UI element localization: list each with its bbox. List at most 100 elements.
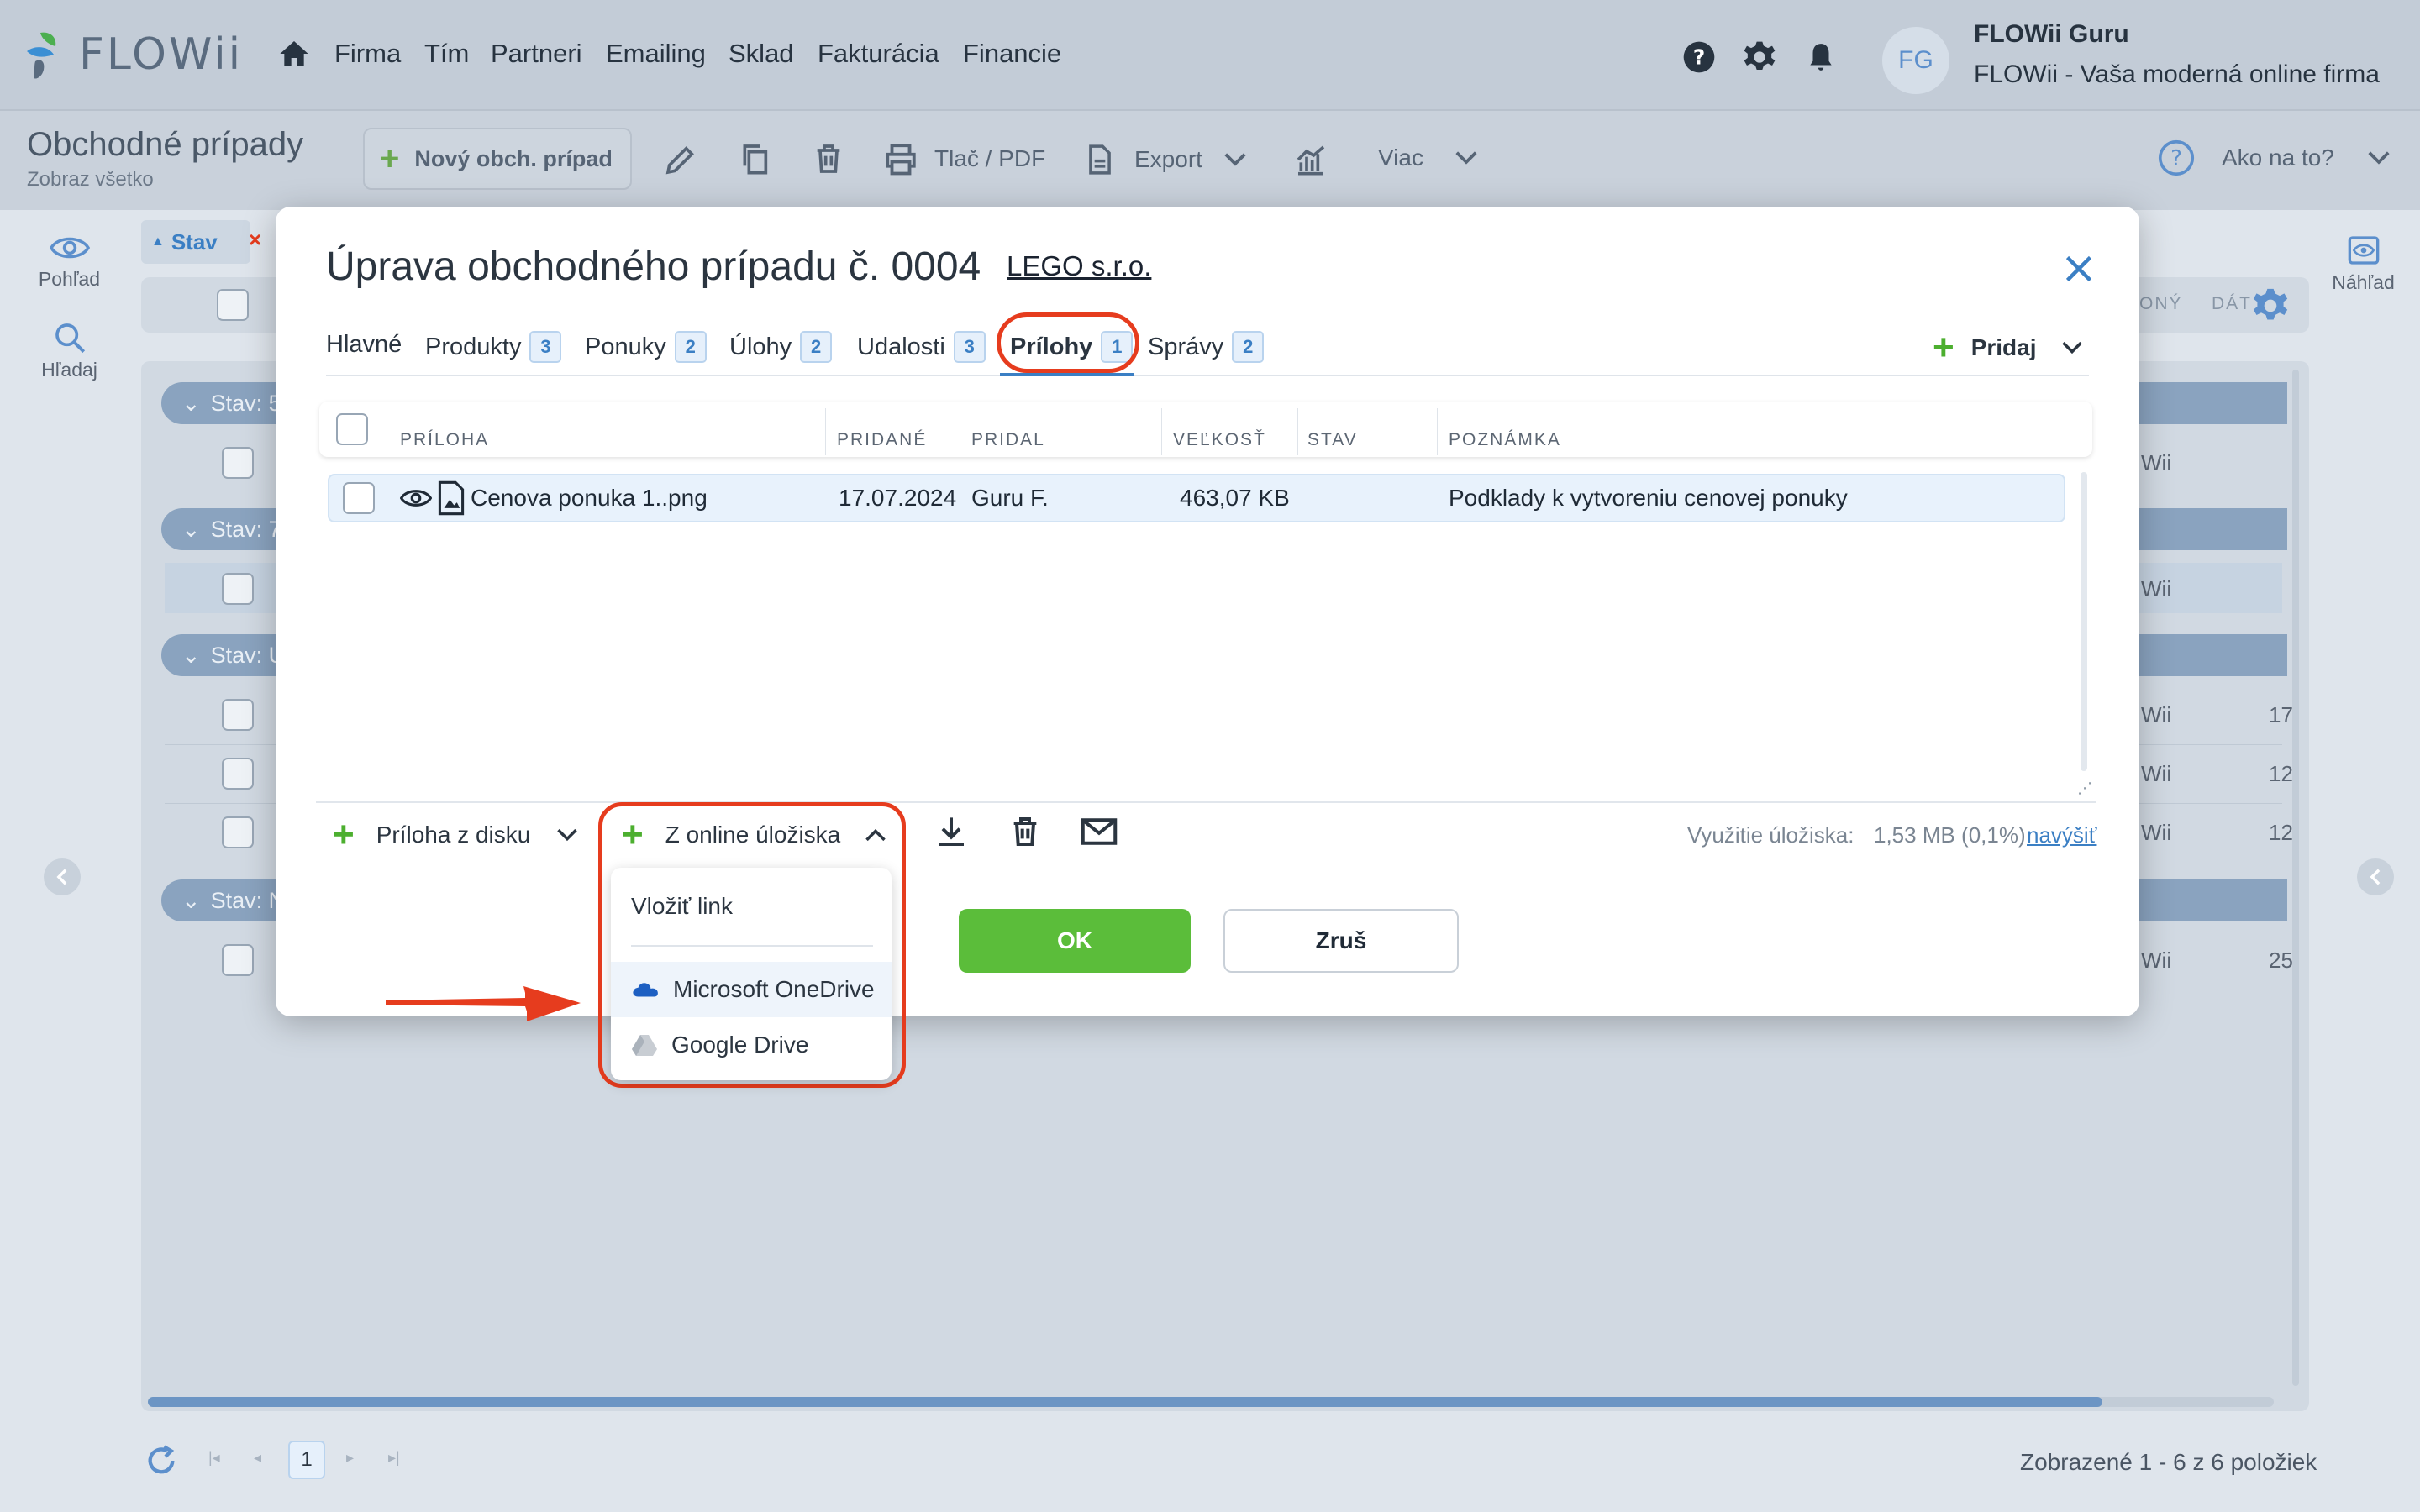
flowii-logo[interactable]: FLOWii <box>24 25 243 84</box>
storage-usage-label: Využitie úložiska: <box>1687 822 1854 848</box>
nav-item-firma[interactable]: Firma <box>334 39 401 69</box>
next-page-icon[interactable]: ▸ <box>346 1449 354 1467</box>
resize-handle-icon[interactable]: ⋰ <box>2077 780 2092 797</box>
row-checkbox[interactable] <box>343 482 375 514</box>
user-name[interactable]: FLOWii Guru <box>1974 20 2129 49</box>
scroll-right-button[interactable] <box>2357 858 2394 895</box>
nav-item-emailing[interactable]: Emailing <box>606 39 706 69</box>
column-settings-gear-icon[interactable] <box>2252 287 2289 324</box>
google-drive-option[interactable]: Google Drive <box>611 1019 892 1071</box>
nav-item-fakturacia[interactable]: Fakturácia <box>818 39 939 69</box>
row-checkbox[interactable] <box>222 758 254 790</box>
user-avatar[interactable]: FG <box>1882 27 1949 94</box>
nav-item-financie[interactable]: Financie <box>963 39 1061 69</box>
preview-icon <box>2348 236 2379 265</box>
plus-icon: + <box>380 140 400 177</box>
refresh-icon[interactable] <box>145 1444 178 1478</box>
print-button[interactable]: Tlač / PDF <box>882 141 1045 176</box>
cancel-button[interactable]: Zruš <box>1223 909 1459 973</box>
tab-udalosti[interactable]: Udalosti 3 <box>857 331 986 363</box>
column-divider <box>1297 408 1298 455</box>
close-icon[interactable] <box>2064 254 2094 284</box>
chevron-down-icon: ⌄ <box>182 516 201 542</box>
storage-usage-value: 1,53 MB (0,1%) <box>1874 822 2026 848</box>
how-to-button[interactable]: ? Ako na to? <box>2158 139 2391 176</box>
row-checkbox[interactable] <box>222 944 254 976</box>
top-navigation-bar: FLOWii Firma Tím Partneri Emailing Sklad… <box>0 0 2420 109</box>
printer-icon <box>886 144 916 176</box>
nav-item-tim[interactable]: Tím <box>424 39 469 69</box>
select-all-checkbox[interactable] <box>217 289 249 321</box>
plus-icon: + <box>1933 327 1954 368</box>
more-button[interactable]: Viac <box>1378 144 1479 171</box>
vertical-scrollbar[interactable] <box>2292 370 2299 1386</box>
view-button[interactable]: Pohľad <box>0 234 139 291</box>
scrollbar-thumb[interactable] <box>148 1397 2102 1407</box>
footer-divider <box>316 801 2096 803</box>
filter-chip-stav[interactable]: ▲ Stav <box>141 220 250 264</box>
attachment-filename[interactable]: Cenova ponuka 1..png <box>471 485 708 512</box>
chevron-down-icon <box>1224 153 1246 166</box>
download-icon[interactable] <box>934 813 968 850</box>
tab-ponuky[interactable]: Ponuky 2 <box>585 331 707 363</box>
home-icon[interactable] <box>277 37 311 71</box>
tab-hlavne[interactable]: Hlavné <box>326 331 402 359</box>
attach-from-disk-button[interactable]: + Príloha z disku <box>333 816 579 853</box>
nav-item-sklad[interactable]: Sklad <box>729 39 794 69</box>
first-page-icon[interactable]: |◂ <box>208 1449 220 1467</box>
trash-icon[interactable] <box>812 141 845 176</box>
search-button[interactable]: Hľadaj <box>0 321 139 381</box>
ok-button[interactable]: OK <box>959 909 1191 973</box>
scroll-left-button[interactable] <box>44 858 81 895</box>
logo-text: FLOWii <box>79 29 244 80</box>
column-header[interactable]: VEĽKOSŤ <box>1173 430 1266 450</box>
bell-icon[interactable] <box>1805 40 1837 74</box>
right-sidebar: Náhľad <box>2307 210 2420 1512</box>
preview-button[interactable]: Náhľad <box>2307 234 2420 294</box>
row-checkbox[interactable] <box>222 447 254 479</box>
tab-spravy[interactable]: Správy 2 <box>1148 331 1265 363</box>
horizontal-scrollbar[interactable] <box>148 1397 2274 1407</box>
attachment-added-by: Guru F. <box>971 485 1049 511</box>
column-header[interactable]: POZNÁMKA <box>1449 430 1561 450</box>
export-button[interactable]: Export <box>1084 141 1248 178</box>
page-subtitle[interactable]: Zobraz všetko <box>27 168 154 192</box>
email-icon[interactable] <box>1081 816 1118 847</box>
gear-icon[interactable] <box>1743 40 1776 74</box>
column-header[interactable]: PRIDAL <box>971 430 1045 450</box>
copy-icon[interactable] <box>738 141 771 176</box>
plus-icon: + <box>333 814 355 855</box>
select-all-checkbox[interactable] <box>336 413 368 445</box>
tab-produkty[interactable]: Produkty 3 <box>425 331 562 363</box>
trash-icon[interactable] <box>1008 813 1042 850</box>
eye-icon[interactable] <box>400 487 432 509</box>
attachment-added-date: 17.07.2024 <box>839 485 957 511</box>
company-link[interactable]: LEGO s.r.o. <box>1007 250 1151 282</box>
chart-icon[interactable] <box>1292 143 1329 176</box>
tab-ulohy[interactable]: Úlohy 2 <box>729 331 833 363</box>
attachment-size: 463,07 KB <box>1180 485 1290 511</box>
column-header[interactable]: PRIDANÉ <box>837 430 927 450</box>
row-checkbox[interactable] <box>222 573 254 605</box>
last-page-icon[interactable]: ▸| <box>388 1449 400 1467</box>
row-checkbox[interactable] <box>222 699 254 731</box>
current-page[interactable]: 1 <box>288 1441 325 1479</box>
active-tab-indicator <box>1000 373 1134 376</box>
insert-link-option[interactable]: Vložiť link <box>631 893 733 920</box>
new-case-button[interactable]: + Nový obch. prípad <box>363 128 632 190</box>
column-header[interactable]: STAV <box>1307 430 1358 450</box>
table-vertical-scrollbar[interactable] <box>2081 472 2087 771</box>
pencil-icon[interactable] <box>664 143 697 176</box>
help-icon[interactable]: ? <box>1682 40 1716 74</box>
increase-storage-link[interactable]: navýšiť <box>2027 822 2096 848</box>
filter-remove-icon[interactable]: × <box>249 227 261 253</box>
image-file-icon <box>438 480 465 516</box>
user-company: FLOWii - Vaša moderná online firma <box>1974 60 2380 88</box>
nav-item-partneri[interactable]: Partneri <box>491 39 582 69</box>
page-title: Obchodné prípady <box>27 126 304 163</box>
row-checkbox[interactable] <box>222 816 254 848</box>
prev-page-icon[interactable]: ◂ <box>254 1449 261 1467</box>
column-header[interactable]: PRÍLOHA <box>400 430 489 450</box>
add-dropdown-button[interactable]: + Pridaj <box>1933 329 2084 366</box>
onedrive-option[interactable]: Microsoft OneDrive <box>611 962 892 1017</box>
